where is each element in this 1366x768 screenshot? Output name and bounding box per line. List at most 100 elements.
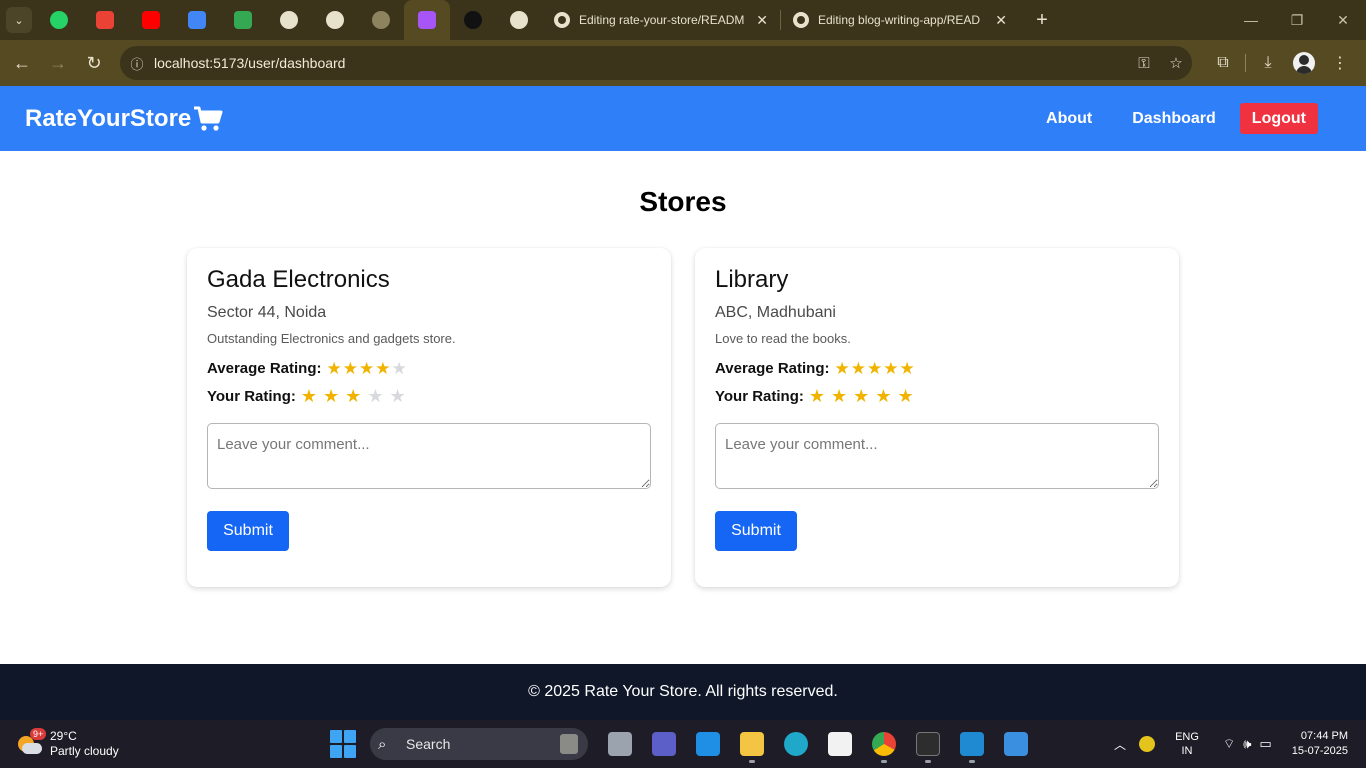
search-placeholder: Search xyxy=(406,736,451,752)
your-rating-label: Your Rating: xyxy=(207,387,296,405)
pinned-tab-chatgpt[interactable] xyxy=(266,0,312,40)
star-icon[interactable]: ★ xyxy=(389,387,405,405)
restore-button[interactable]: ❐ xyxy=(1274,0,1320,40)
footer-text: © 2025 Rate Your Store. All rights reser… xyxy=(528,683,838,700)
your-rating-stars: ★ ★ ★ ★ ★ xyxy=(809,387,920,405)
your-rating-row: Your Rating: ★ ★ ★ ★ ★ xyxy=(715,387,1159,405)
back-button[interactable]: ← xyxy=(4,45,40,81)
logout-button[interactable]: Logout xyxy=(1239,103,1318,134)
github-icon xyxy=(510,11,528,29)
star-icon: ★ xyxy=(883,359,899,378)
tab-search-button[interactable]: ⌄ xyxy=(6,7,32,33)
task-view-icon[interactable] xyxy=(598,724,642,764)
chevron-down-icon: ⌄ xyxy=(14,14,24,27)
star-icon[interactable]: ★ xyxy=(897,387,913,405)
star-icon[interactable]: ★ xyxy=(831,387,847,405)
close-window-button[interactable]: ✕ xyxy=(1320,0,1366,40)
pinned-tab-github[interactable] xyxy=(496,0,542,40)
teams-icon[interactable] xyxy=(642,724,686,764)
microsoft-store-icon[interactable] xyxy=(818,724,862,764)
clock[interactable]: 07:44 PM 15-07-2025 xyxy=(1292,729,1348,759)
pinned-tab-gmail[interactable] xyxy=(82,0,128,40)
temperature: 29°C xyxy=(50,729,77,743)
toolbar-separator xyxy=(1245,54,1246,72)
download-icon[interactable]: ⤓ xyxy=(1250,45,1286,81)
forward-button[interactable]: → xyxy=(40,45,76,81)
new-tab-button[interactable]: + xyxy=(1027,5,1057,35)
store-card: Gada Electronics Sector 44, Noida Outsta… xyxy=(187,248,671,587)
comment-input[interactable] xyxy=(715,423,1159,489)
star-icon[interactable]: ★ xyxy=(301,387,317,405)
store-description: Outstanding Electronics and gadgets stor… xyxy=(207,331,456,346)
nav-link-about[interactable]: About xyxy=(1046,110,1092,128)
quick-settings[interactable]: ⌔ 🕪 ▭ xyxy=(1219,736,1276,752)
submit-button[interactable]: Submit xyxy=(715,511,797,551)
pinned-tab-chatgpt-2[interactable] xyxy=(312,0,358,40)
arrow-right-icon: → xyxy=(49,52,67,73)
chatgpt-2-icon xyxy=(326,11,344,29)
average-rating-label: Average Rating: xyxy=(207,360,322,377)
terminal-icon[interactable] xyxy=(906,724,950,764)
submit-button[interactable]: Submit xyxy=(207,511,289,551)
tab-rate-your-store-readme[interactable]: Editing rate-your-store/READM ✕ xyxy=(542,0,780,40)
volume-icon: 🕪 xyxy=(1243,736,1252,751)
pinned-tab-vite[interactable] xyxy=(404,0,450,40)
url-text[interactable]: localhost:5173/user/dashboard xyxy=(154,55,1128,71)
chevron-up-icon[interactable]: ︿ xyxy=(1105,736,1135,753)
site-info-icon[interactable]: ⓘ xyxy=(120,54,154,73)
file-explorer-icon[interactable] xyxy=(730,724,774,764)
language-indicator[interactable]: ENG IN xyxy=(1167,730,1207,758)
globe-icon xyxy=(372,11,390,29)
photos-icon[interactable] xyxy=(994,724,1038,764)
comment-input[interactable] xyxy=(207,423,651,489)
taskbar-search[interactable]: ⌕ Search xyxy=(370,728,588,760)
vite-icon xyxy=(418,11,436,29)
tab-title: Editing rate-your-store/READM xyxy=(579,13,745,27)
star-icon[interactable]: ★ xyxy=(875,387,891,405)
star-icon[interactable]: ★ xyxy=(853,387,869,405)
address-bar[interactable]: ⓘ localhost:5173/user/dashboard ⚿ ☆ xyxy=(120,46,1192,80)
page-footer: © 2025 Rate Your Store. All rights reser… xyxy=(0,664,1366,720)
pinned-tab-google-sheets[interactable] xyxy=(220,0,266,40)
minimize-button[interactable]: — xyxy=(1228,0,1274,40)
weather-widget[interactable]: 9+ 29°C Partly cloudy xyxy=(14,726,119,762)
vscode-icon[interactable] xyxy=(950,724,994,764)
your-rating-row: Your Rating: ★ ★ ★ ★ ★ xyxy=(207,387,651,405)
extensions-icon[interactable]: ⧉ xyxy=(1205,45,1241,81)
edge-icon[interactable] xyxy=(774,724,818,764)
region-code: IN xyxy=(1181,745,1193,757)
star-icon[interactable]: ★ xyxy=(367,387,383,405)
key-icon[interactable]: ⚿ xyxy=(1128,55,1160,72)
star-icon: ★ xyxy=(342,359,358,378)
windows-start-icon[interactable] xyxy=(330,730,358,758)
close-tab-icon[interactable]: ✕ xyxy=(995,12,1007,29)
bookmark-star-icon[interactable]: ☆ xyxy=(1160,54,1192,72)
menu-kebab-icon[interactable]: ⋮ xyxy=(1322,45,1358,81)
pinned-tab-google-docs[interactable] xyxy=(174,0,220,40)
weather-condition: Partly cloudy xyxy=(50,744,119,758)
reload-button[interactable]: ↻ xyxy=(76,45,112,81)
pinned-tab-youtube[interactable] xyxy=(128,0,174,40)
brand-logo[interactable]: RateYourStore xyxy=(25,86,223,151)
pinned-tab-whatsapp[interactable] xyxy=(36,0,82,40)
star-icon: ★ xyxy=(834,359,850,378)
pinned-tab-app[interactable] xyxy=(450,0,496,40)
star-icon: ★ xyxy=(850,359,866,378)
myhp-icon[interactable] xyxy=(686,724,730,764)
star-icon[interactable]: ★ xyxy=(345,387,361,405)
tab-blog-writing-app-readme[interactable]: Editing blog-writing-app/READ ✕ xyxy=(781,0,1019,40)
star-icon: ★ xyxy=(375,359,391,378)
nav-link-dashboard[interactable]: Dashboard xyxy=(1132,110,1216,128)
app-navbar: RateYourStore About Dashboard Logout xyxy=(0,86,1366,151)
tray-app-icon[interactable] xyxy=(1138,736,1155,752)
chrome-icon[interactable] xyxy=(862,724,906,764)
profile-button[interactable] xyxy=(1286,45,1322,81)
star-icon[interactable]: ★ xyxy=(323,387,339,405)
pinned-tab-globe[interactable] xyxy=(358,0,404,40)
star-icon[interactable]: ★ xyxy=(809,387,825,405)
nav-links: About Dashboard Logout xyxy=(1046,86,1318,151)
store-description: Love to read the books. xyxy=(715,331,851,346)
store-card: Library ABC, Madhubani Love to read the … xyxy=(695,248,1179,587)
github-icon xyxy=(554,12,570,28)
close-tab-icon[interactable]: ✕ xyxy=(756,12,768,29)
